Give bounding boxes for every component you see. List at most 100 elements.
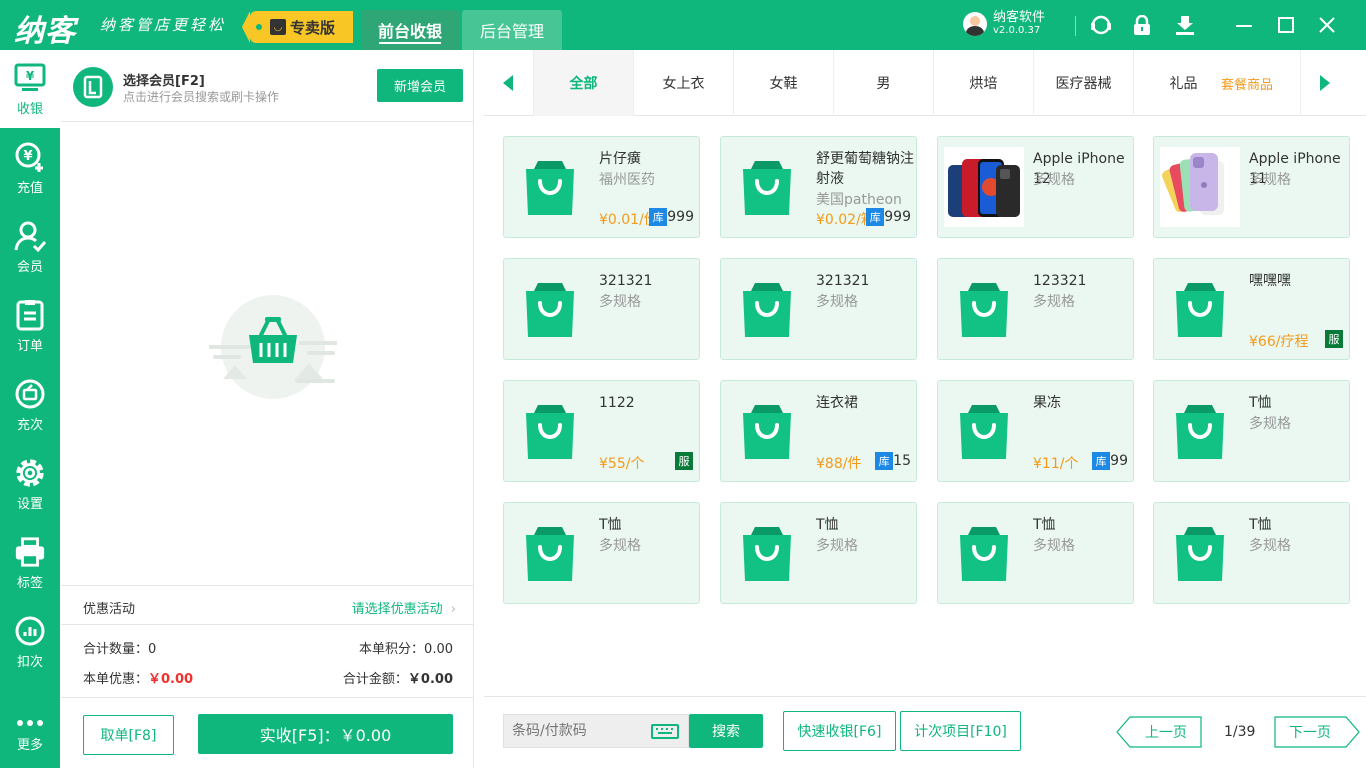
download-icon[interactable] [1174,14,1196,36]
top-bar: 纳客 纳客管店更轻松 ◡ 专卖版 前台收银 后台管理 纳客软件 v2.0.0.3… [0,0,1366,50]
stock-indicator: 库 99 [1092,452,1128,470]
sidebar-item-more[interactable]: 更多 [0,700,60,768]
page-indicator: 1/39 [1224,724,1256,740]
product-name: 123321 [1033,273,1087,289]
product-card[interactable]: 1122 ¥55/个 服 [503,380,700,482]
empty-cart-illustration [207,295,339,405]
category-prev-arrow-icon[interactable] [484,50,532,116]
product-price: ¥88/件 [816,456,862,472]
product-card[interactable]: 舒更葡萄糖钠注射液 美国patheon ¥0.02/箱库 999 [720,136,917,238]
product-subtitle: 多规格 [1033,538,1075,554]
product-price: ¥55/个 [599,456,645,472]
member-select[interactable]: 选择会员[F2] 点击进行会员搜索或刷卡操作 新增会员 [61,50,474,122]
product-subtitle: 多规格 [599,294,641,310]
category-all[interactable]: 全部 [533,50,633,116]
sidebar-item-settings[interactable]: 设置 [0,445,60,523]
category-gifts[interactable]: 礼品 [1133,50,1233,116]
count-items-button[interactable]: 计次项目[F10] [900,711,1021,751]
product-name: T恤 [1033,517,1056,533]
sidebar-item-recharge[interactable]: ¥ 充值 [0,129,60,207]
product-image [1160,147,1240,227]
sidebar-item-label: 标签 [16,575,43,591]
barcode-search [503,714,689,748]
sidebar-item-label-print[interactable]: 标签 [0,524,60,602]
sidebar-item-cashier[interactable]: ¥ 收银 [0,50,60,128]
product-card[interactable]: 果冻 ¥11/个库 99 [937,380,1134,482]
total-value: ￥0.00 [407,672,453,687]
promotion-select[interactable]: 请选择优惠活动 › [352,598,456,617]
divider [1075,16,1076,36]
product-card[interactable]: Apple iPhone 11 多规格 [1153,136,1350,238]
product-card[interactable]: T恤 多规格 [1153,380,1350,482]
user-name: 纳客软件 [993,10,1046,25]
sidebar-item-deduct[interactable]: 扣次 [0,603,60,681]
service-badge: 服 [1325,330,1343,348]
more-icon [14,716,46,730]
order-total: 合计金额：￥0.00 [343,668,453,687]
pay-button[interactable]: 实收[F5]：￥0.00 [198,714,453,754]
sidebar: ¥ 收银 ¥ 充值 会员 订单 充次 设置 标签 扣次 更多 [0,50,60,768]
product-card[interactable]: 连衣裙 ¥88/件库 15 [720,380,917,482]
recharge-icon: ¥ [14,141,46,173]
sidebar-item-member[interactable]: 会员 [0,208,60,286]
stock-count: 999 [667,209,694,225]
product-subtitle: 多规格 [1249,416,1291,432]
edition-badge: ◡ 专卖版 [242,11,353,43]
product-card[interactable]: 321321 多规格 [720,258,917,360]
category-men[interactable]: 男 [833,50,933,116]
avatar [963,11,987,36]
lock-icon[interactable] [1131,14,1153,36]
category-women-shoes[interactable]: 女鞋 [733,50,833,116]
quick-checkout-button[interactable]: 快速收银[F6] [783,711,896,751]
member-title: 选择会员[F2] [123,74,205,89]
search-button[interactable]: 搜索 [689,714,763,748]
product-name: 片仔癀 [599,151,641,167]
service-badge: 服 [675,452,693,470]
product-subtitle: 美国patheon [816,192,902,208]
stock-badge: 库 [649,208,668,226]
barcode-input[interactable] [504,715,644,747]
product-card[interactable]: 321321 多规格 [503,258,700,360]
category-medical[interactable]: 医疗器械 [1033,50,1133,116]
order-points: 本单积分：0.00 [359,638,453,657]
stock-count: 999 [884,209,911,225]
sidebar-item-times[interactable]: 充次 [0,366,60,444]
badge-dot [256,24,262,30]
user-info[interactable]: 纳客软件 v2.0.0.37 [963,10,1046,36]
svg-text:¥: ¥ [23,149,32,164]
add-member-button[interactable]: 新增会员 [377,69,463,102]
minimize-icon[interactable] [1233,14,1255,36]
maximize-icon[interactable] [1275,14,1297,36]
sidebar-item-orders[interactable]: 订单 [0,287,60,365]
stock-indicator: 库 999 [866,208,911,226]
category-next-arrow-icon[interactable] [1300,50,1348,116]
product-card[interactable]: T恤 多规格 [720,502,917,604]
product-subtitle: 多规格 [1033,172,1075,188]
points-label: 本单积分： [359,642,425,657]
promotion-row[interactable]: 优惠活动 请选择优惠活动 › [61,585,474,625]
category-package-goods[interactable]: 套餐商品 [1221,74,1273,93]
stock-badge: 库 [1092,452,1111,470]
tab-front-cashier[interactable]: 前台收银 [361,10,459,50]
headset-icon[interactable] [1090,14,1112,36]
member-card-icon [73,67,113,107]
cashier-icon: ¥ [14,62,46,94]
prev-page-button[interactable]: 上一页 [1116,716,1202,748]
product-card[interactable]: 片仔癀 福州医药 ¥0.01/份库 999 [503,136,700,238]
keyboard-icon[interactable] [651,724,679,739]
next-page-button[interactable]: 下一页 [1274,716,1360,748]
shopping-bag-icon [727,147,807,227]
close-icon[interactable] [1316,14,1338,36]
sidebar-item-label: 充次 [16,417,43,433]
cancel-order-button[interactable]: 取单[F8] [83,715,174,755]
product-card[interactable]: T恤 多规格 [1153,502,1350,604]
category-bakery[interactable]: 烘培 [933,50,1033,116]
product-card[interactable]: T恤 多规格 [503,502,700,604]
product-card[interactable]: T恤多规格 [937,502,1134,604]
product-card[interactable]: 嘿嘿嘿 ¥66/疗程服 [1153,258,1350,360]
product-card[interactable]: Apple iPhone 12 多规格 [937,136,1134,238]
tab-back-office[interactable]: 后台管理 [462,10,562,50]
shopping-bag-icon [1160,391,1240,471]
product-card[interactable]: 123321 多规格 [937,258,1134,360]
category-women-tops[interactable]: 女上衣 [633,50,733,116]
